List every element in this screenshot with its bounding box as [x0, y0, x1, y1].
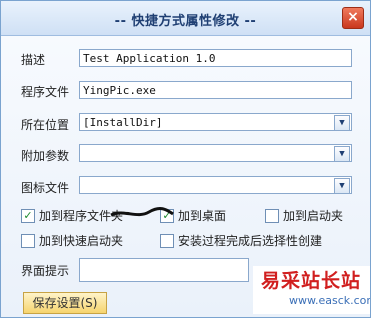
dialog-title: -- 快捷方式属性修改 --	[114, 14, 257, 29]
shortcut-properties-dialog: -- 快捷方式属性修改 -- × 描述 Test Application 1.0…	[0, 0, 371, 318]
chevron-down-icon[interactable]: ▼	[334, 146, 350, 162]
unchecked-box-icon	[160, 233, 174, 248]
icon-file-combo[interactable]: ▼	[79, 176, 352, 194]
unchecked-box-icon	[21, 233, 35, 248]
ui-hint-label: 界面提示	[21, 264, 70, 278]
location-label: 所在位置	[21, 118, 70, 132]
save-settings-button[interactable]: 保存设置(S)	[23, 292, 107, 314]
description-label: 描述	[21, 53, 46, 67]
site-watermark: 易采站长站 www.easck.com	[253, 266, 370, 314]
unchecked-box-icon	[265, 208, 279, 223]
extra-params-combo[interactable]: ▼	[79, 144, 352, 162]
ui-hint-field[interactable]	[79, 258, 249, 282]
choose-after-install-label: 安装过程完成后选择性创建	[178, 234, 323, 248]
program-file-field[interactable]: YingPic.exe	[79, 81, 352, 99]
choose-after-install-checkbox[interactable]: 安装过程完成后选择性创建	[160, 232, 322, 249]
watermark-text: 易采站长站	[261, 270, 362, 292]
icon-file-label: 图标文件	[21, 181, 70, 195]
close-icon[interactable]: ×	[342, 7, 364, 29]
check-icon: ✓	[21, 208, 35, 223]
chevron-down-icon[interactable]: ▼	[334, 178, 350, 194]
add-to-desktop-label: 加到桌面	[178, 209, 227, 223]
description-field[interactable]: Test Application 1.0	[79, 49, 352, 67]
add-to-startup-label: 加到启动夹	[283, 209, 344, 223]
watermark-url: www.easck.com	[289, 294, 371, 307]
add-to-quicklaunch-checkbox[interactable]: 加到快速启动夹	[21, 232, 123, 249]
add-to-startup-checkbox[interactable]: 加到启动夹	[265, 207, 343, 224]
chevron-down-icon[interactable]: ▼	[334, 115, 350, 131]
location-value: [InstallDir]	[83, 116, 163, 129]
add-to-quicklaunch-label: 加到快速启动夹	[39, 234, 124, 248]
location-combo[interactable]: [InstallDir] ▼	[79, 113, 352, 131]
extra-params-label: 附加参数	[21, 149, 70, 163]
program-file-label: 程序文件	[21, 85, 70, 99]
scribble-mark	[110, 207, 174, 217]
title-bar: -- 快捷方式属性修改 -- ×	[1, 1, 370, 36]
add-to-programs-checkbox[interactable]: ✓ 加到程序文件夹	[21, 207, 123, 224]
